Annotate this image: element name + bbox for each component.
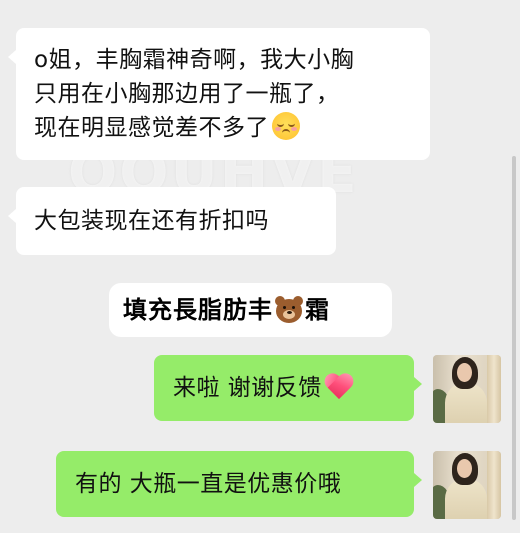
sticker-caption: 填充長脂肪丰 霜 (109, 283, 392, 337)
message-text: 现在明显感觉差不多了 (34, 115, 269, 141)
smiling-face-with-squinting-eyes-icon (272, 112, 300, 140)
incoming-message-bubble[interactable]: 大包装现在还有折扣吗 (8, 187, 336, 255)
heart-icon (324, 371, 354, 401)
message-text: 来啦 谢谢反馈 (173, 375, 322, 401)
scrollbar[interactable] (512, 156, 516, 520)
avatar[interactable] (433, 355, 501, 423)
sticker-caption-text: 填充長脂肪丰 (123, 296, 273, 324)
outgoing-message-bubble[interactable]: 有的 大瓶一直是优惠价哦 (56, 451, 422, 517)
avatar[interactable] (433, 451, 501, 519)
outgoing-message-bubble[interactable]: 来啦 谢谢反馈 (154, 355, 422, 421)
message-text-line: 现在明显感觉差不多了 (34, 111, 412, 145)
message-text: 有的 大瓶一直是优惠价哦 (75, 471, 342, 497)
message-text-line: 只用在小胸那边用了一瓶了， (34, 81, 340, 107)
message-text-line: o姐，丰胸霜神奇啊，我大小胸 (34, 47, 355, 73)
sticker-caption-text: 霜 (305, 296, 330, 324)
incoming-message-bubble[interactable]: o姐，丰胸霜神奇啊，我大小胸 只用在小胸那边用了一瓶了， 现在明显感觉差不多了 (8, 28, 430, 160)
message-text: 大包装现在还有折扣吗 (34, 208, 269, 234)
bear-face-icon (274, 295, 304, 323)
